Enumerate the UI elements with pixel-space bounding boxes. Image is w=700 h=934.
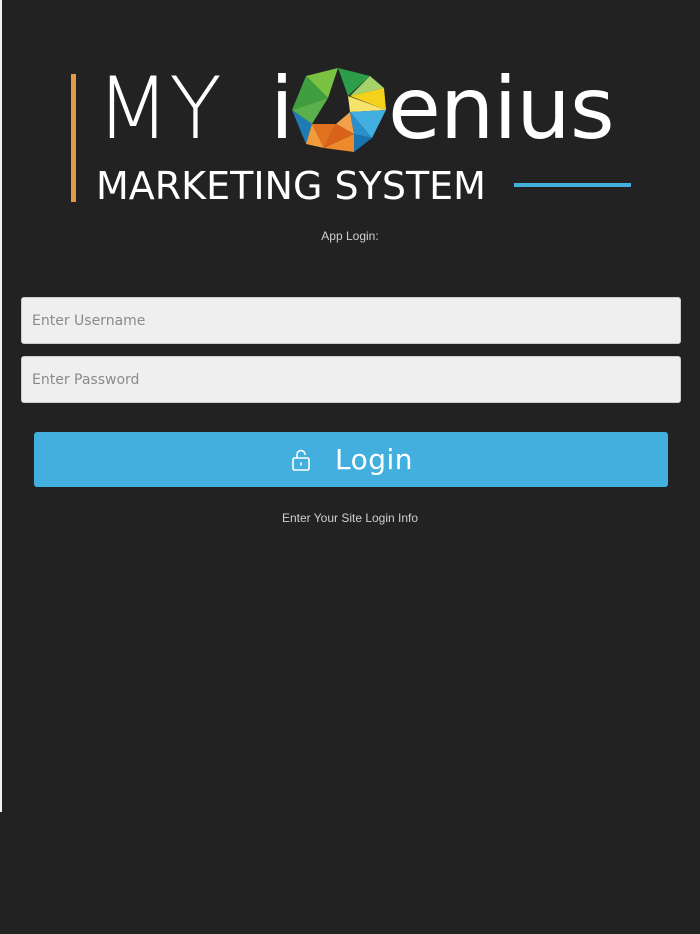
password-input[interactable] [21,356,681,403]
login-hint: Enter Your Site Login Info [281,511,419,525]
logo-word-enius: enius [388,59,615,159]
login-screen: MY i enius MARKETING SYSTEM App Login: E… [0,0,700,934]
app-login-heading: App Login: [321,229,379,243]
login-button-label: Login [334,443,414,476]
logo-word-my: MY [96,59,222,159]
logo-subtitle: MARKETING SYSTEM [96,164,486,208]
logo-accent-bar [71,74,76,202]
logo-accent-line [514,183,631,187]
logo-gem-icon [292,68,386,152]
username-input[interactable] [21,297,681,344]
left-border [0,0,2,812]
login-button[interactable]: Login [34,432,668,487]
unlock-icon [292,449,310,471]
brand-logo: MY i enius MARKETING SYSTEM [60,60,660,210]
